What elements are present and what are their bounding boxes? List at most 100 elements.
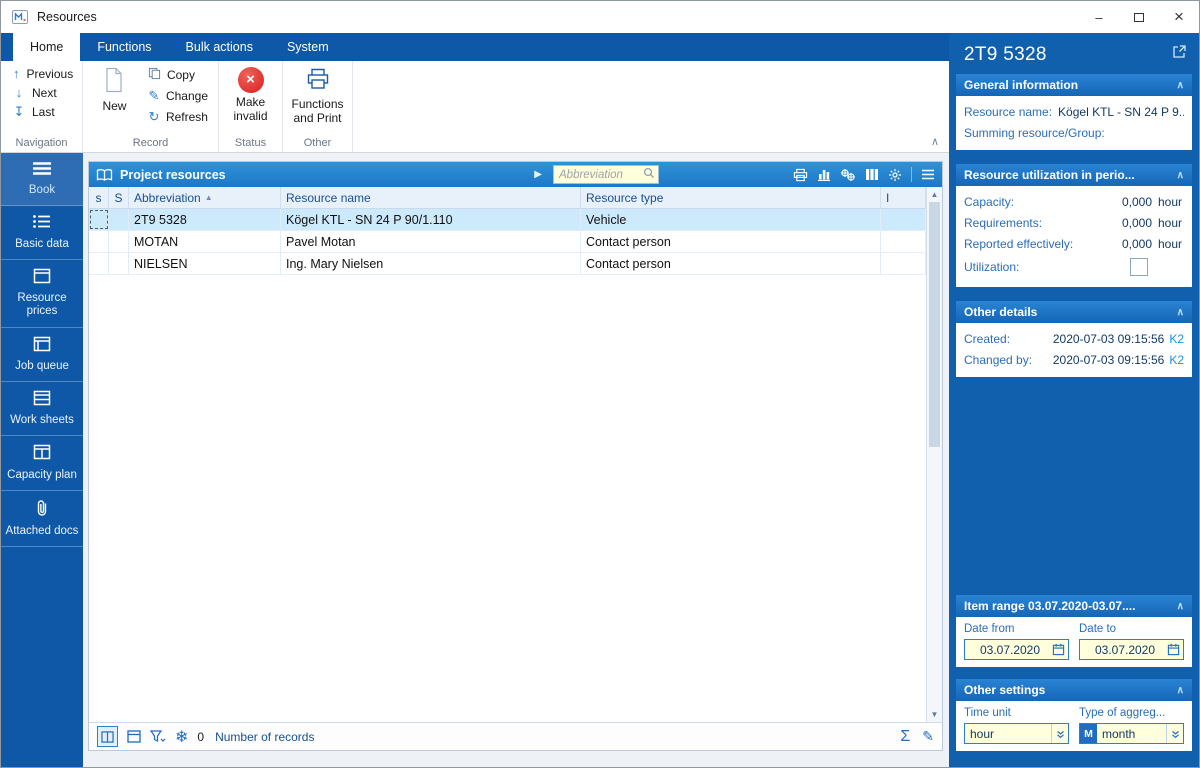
copy-button[interactable]: Copy [142,64,214,85]
tab-home[interactable]: Home [13,33,81,61]
section-header-other-details[interactable]: Other details ∧ [956,301,1192,323]
table-empty-area [89,275,926,722]
column-header-s2[interactable]: S [109,187,129,208]
cell-i [881,253,926,274]
card-icon [33,444,51,464]
group-label-navigation: Navigation [15,137,68,149]
card-icon [33,268,51,288]
section-header-general[interactable]: General information ∧ [956,74,1192,96]
table-row[interactable]: NIELSEN Ing. Mary Nielsen Contact person [89,253,926,275]
edit-icon[interactable]: ✎ [922,728,934,745]
time-unit-dropdown[interactable]: hour [964,723,1069,744]
close-button[interactable]: × [1159,1,1199,33]
snowflake-icon[interactable]: ❄ [175,727,188,747]
preview-panel-icon[interactable] [127,730,141,743]
requirements-value: 0,000 [1121,215,1152,230]
make-invalid-button[interactable]: × Make invalid [223,64,278,135]
cell-resource-name: Kögel KTL - SN 24 P 90/1.110 [281,209,581,230]
section-header-utilization[interactable]: Resource utilization in perio... ∧ [956,164,1192,186]
functions-and-print-button[interactable]: Functions and Print [289,64,347,135]
column-header-resource-type[interactable]: Resource type [581,187,881,208]
scroll-down-icon[interactable]: ▼ [927,707,942,722]
column-header-resource-name[interactable]: Resource name [281,187,581,208]
scroll-up-icon[interactable]: ▲ [927,187,942,202]
next-button[interactable]: ↓ Next [5,83,78,102]
utilization-checkbox[interactable] [1130,258,1148,276]
date-to-input[interactable] [1083,642,1167,657]
scrollbar-thumb[interactable] [929,202,940,447]
search-icon[interactable] [643,166,655,184]
group-label-other: Other [303,137,332,149]
sum-icon[interactable]: Σ [900,728,910,746]
cell-abbreviation: NIELSEN [129,253,281,274]
chart-icon[interactable] [817,168,831,181]
search-input[interactable] [559,168,643,181]
related-records-icon[interactable] [840,168,856,182]
column-header-abbreviation[interactable]: Abbreviation ▲ [129,187,281,208]
expand-arrow-icon[interactable]: ▶ [534,169,542,180]
aggregation-value: month [1102,726,1136,741]
calendar-icon[interactable] [1167,643,1180,656]
section-header-label: Other details [964,305,1038,319]
maximize-icon [1134,12,1144,22]
cell-resource-type: Contact person [581,253,881,274]
records-label: Number of records [215,729,315,744]
last-button[interactable]: ↧ Last [5,102,78,122]
section-header-item-range[interactable]: Item range 03.07.2020-03.07.... ∧ [956,595,1192,617]
columns-icon[interactable] [865,168,879,181]
new-button[interactable]: New [87,64,142,135]
sidebar: Book Basic data Resource prices Job queu… [1,153,83,767]
cell-s2 [109,253,129,274]
created-label: Created: [964,331,1011,346]
table-row[interactable]: MOTAN Pavel Motan Contact person [89,231,926,253]
created-user-link[interactable]: K2 [1169,332,1184,346]
calendar-icon[interactable] [1052,643,1065,656]
section-header-label: Item range 03.07.2020-03.07.... [964,599,1136,613]
cell-abbreviation: 2T9 5328 [129,209,281,230]
tab-bulk-actions[interactable]: Bulk actions [169,33,270,61]
cell-resource-name: Pavel Motan [281,231,581,252]
previous-button[interactable]: ↑ Previous [5,64,78,83]
column-header-s[interactable]: s [89,187,109,208]
aggregation-type-dropdown[interactable]: M month [1079,723,1184,744]
sidebar-item-job-queue[interactable]: Job queue [1,328,83,382]
group-label-status: Status [234,137,267,149]
open-external-icon[interactable] [1172,44,1187,64]
change-button[interactable]: ✎ Change [142,85,214,106]
sidebar-item-basic-data[interactable]: Basic data [1,206,83,260]
table-row[interactable]: 2T9 5328 Kögel KTL - SN 24 P 90/1.110 Ve… [89,209,926,231]
cell-s2 [109,209,129,230]
make-invalid-icon: × [237,67,264,93]
filter-icon[interactable] [150,730,166,743]
maximize-button[interactable] [1119,1,1159,33]
capacity-unit: hour [1158,194,1183,209]
menu-icon[interactable] [921,169,935,180]
sidebar-item-capacity-plan[interactable]: Capacity plan [1,436,83,491]
collapse-ribbon-chevron[interactable]: ∧ [931,135,939,148]
refresh-button[interactable]: ↻ Refresh [142,106,214,127]
minimize-button[interactable]: – [1079,1,1119,33]
tab-system[interactable]: System [270,33,346,61]
sidebar-item-attached-docs[interactable]: Attached docs [1,491,83,548]
date-from-input[interactable] [968,642,1052,657]
ribbon-group-navigation: ↑ Previous ↓ Next ↧ Last Navigation [1,61,83,152]
sidebar-item-work-sheets[interactable]: Work sheets [1,382,83,437]
refresh-label: Refresh [165,109,208,124]
tab-functions[interactable]: Functions [80,33,168,61]
vertical-scrollbar[interactable]: ▲ ▼ [926,187,942,722]
search-box [553,165,659,184]
toolbar-divider [911,167,912,182]
cell-resource-type: Vehicle [581,209,881,230]
sidebar-item-book[interactable]: Book [1,153,83,207]
settings-gear-icon[interactable] [888,168,902,182]
section-header-other-settings[interactable]: Other settings ∧ [956,679,1192,701]
sidebar-item-resource-prices[interactable]: Resource prices [1,260,83,328]
created-value: 2020-07-03 09:15:56 [1052,331,1165,346]
print-icon[interactable] [793,168,808,182]
sidebar-label: Resource prices [17,292,67,318]
chevron-up-icon: ∧ [1176,169,1184,181]
column-header-i[interactable]: I [881,187,926,208]
scrollbar-track[interactable] [927,447,942,707]
changed-by-user-link[interactable]: K2 [1169,353,1184,367]
detail-panel-toggle[interactable] [97,726,118,747]
